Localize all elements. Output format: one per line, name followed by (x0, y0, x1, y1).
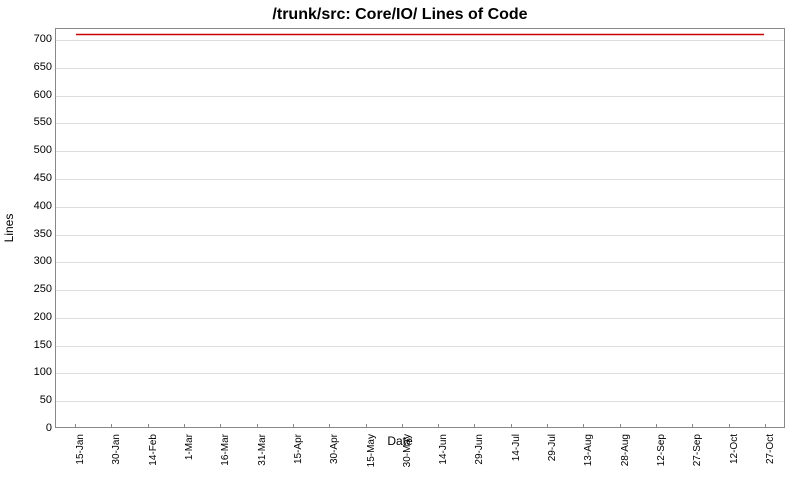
y-tick-label: 550 (8, 116, 52, 128)
y-tick-label: 650 (8, 61, 52, 73)
y-tick-label: 100 (8, 366, 52, 378)
y-tick-label: 150 (8, 339, 52, 351)
x-tick-mark (765, 424, 766, 428)
x-tick-mark (620, 424, 621, 428)
y-tick-label: 200 (8, 311, 52, 323)
series-svg (56, 29, 784, 427)
y-tick-label: 300 (8, 255, 52, 267)
x-tick-mark (111, 424, 112, 428)
x-tick-mark (547, 424, 548, 428)
x-tick-mark (329, 424, 330, 428)
x-tick-mark (511, 424, 512, 428)
x-tick-mark (692, 424, 693, 428)
y-tick-label: 250 (8, 283, 52, 295)
y-tick-label: 0 (8, 422, 52, 434)
x-tick-mark (257, 424, 258, 428)
x-tick-mark (148, 424, 149, 428)
x-tick-label: 27-Oct (765, 434, 800, 464)
y-tick-label: 450 (8, 172, 52, 184)
y-tick-label: 400 (8, 200, 52, 212)
y-tick-label: 700 (8, 33, 52, 45)
x-tick-mark (474, 424, 475, 428)
x-tick-mark (75, 424, 76, 428)
plot-area (55, 28, 785, 428)
x-tick-mark (366, 424, 367, 428)
x-ticks: 15-Jan30-Jan14-Feb1-Mar16-Mar31-Mar15-Ap… (55, 428, 785, 488)
y-tick-label: 500 (8, 144, 52, 156)
x-tick-mark (220, 424, 221, 428)
x-tick-mark (438, 424, 439, 428)
x-tick-mark (293, 424, 294, 428)
x-tick-mark (729, 424, 730, 428)
y-tick-label: 600 (8, 89, 52, 101)
x-tick-mark (583, 424, 584, 428)
x-tick-mark (184, 424, 185, 428)
y-tick-label: 350 (8, 228, 52, 240)
y-tick-label: 50 (8, 394, 52, 406)
loc-chart: /trunk/src: Core/IO/ Lines of Code Lines… (0, 0, 800, 500)
chart-title: /trunk/src: Core/IO/ Lines of Code (0, 0, 800, 24)
x-tick-mark (656, 424, 657, 428)
x-tick-mark (402, 424, 403, 428)
